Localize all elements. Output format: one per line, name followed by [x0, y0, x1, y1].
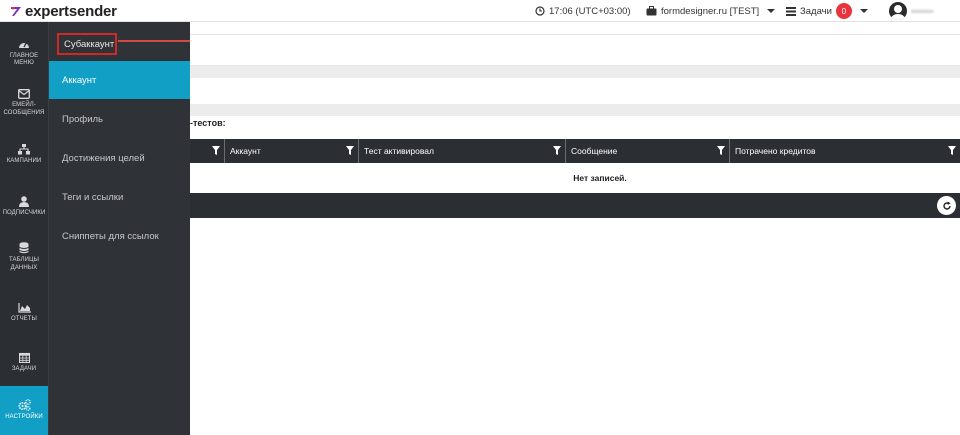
- main-sidebar: ГЛАВНОЕ МЕНЮ ЕМЕЙЛ-СООБЩЕНИЯ КАМПАНИИ ПО…: [0, 22, 48, 435]
- sitemap-icon: [18, 144, 30, 155]
- sidebar-item-reports[interactable]: ОТЧЕТЫ: [0, 290, 48, 336]
- dashboard-icon: [19, 41, 29, 48]
- submenu-item-profile[interactable]: Профиль: [49, 100, 191, 138]
- logo-text: expertsender: [25, 2, 117, 20]
- sidebar-item-label: ОТЧЕТЫ: [11, 315, 37, 322]
- submenu-item-tags-links[interactable]: Теги и ссылки: [49, 178, 191, 216]
- caret-down-icon: [767, 9, 776, 13]
- avatar: [889, 2, 907, 20]
- column-header-message[interactable]: Сообщение: [565, 139, 729, 163]
- sidebar-item-subscribers[interactable]: ПОДПИСЧИКИ: [0, 184, 48, 230]
- tasks-count-badge: 0: [835, 3, 852, 19]
- tasks-label: Задачи: [800, 5, 832, 17]
- column-label: Потрачено кредитов: [735, 146, 816, 156]
- filter-icon[interactable]: [346, 146, 354, 155]
- column-label: Аккаунт: [230, 146, 261, 156]
- database-icon: [19, 242, 29, 254]
- refresh-icon: [942, 201, 951, 210]
- sidebar-item-label: ТАБЛИЦЫ ДАННЫХ: [8, 257, 40, 271]
- column-header-credits-spent[interactable]: Потрачено кредитов: [729, 139, 960, 163]
- table-footer: [190, 193, 960, 218]
- caret-down-icon: [859, 9, 868, 13]
- sidebar-item-main-menu[interactable]: ГЛАВНОЕ МЕНЮ: [0, 30, 48, 76]
- sidebar-item-settings[interactable]: НАСТРОЙКИ: [0, 386, 48, 435]
- account-name: formdesigner.ru [TEST]: [661, 5, 760, 17]
- filter-icon[interactable]: [717, 146, 725, 155]
- envelope-icon: [18, 89, 30, 99]
- cogs-icon: [17, 399, 31, 412]
- empty-table-message: Нет записей.: [573, 173, 627, 183]
- table-header: Аккаунт Тест активировал Сообщение Потра…: [190, 139, 960, 163]
- filter-icon[interactable]: [948, 146, 956, 155]
- content-panel: [190, 34, 960, 66]
- filter-icon[interactable]: [212, 146, 220, 155]
- tasks-menu[interactable]: Задачи 0: [786, 0, 868, 22]
- settings-submenu: Субаккаунт Аккаунт Профиль Достижения це…: [48, 22, 191, 435]
- sidebar-item-tasks[interactable]: ЗАДАЧИ: [0, 340, 48, 386]
- filter-icon[interactable]: [553, 146, 561, 155]
- sidebar-item-label: КАМПАНИИ: [6, 158, 42, 165]
- sidebar-item-label: НАСТРОЙКИ: [5, 414, 43, 421]
- sidebar-item-label: ЕМЕЙЛ-СООБЩЕНИЯ: [3, 102, 45, 116]
- separator: [190, 66, 960, 78]
- column-label: Сообщение: [571, 146, 618, 156]
- username: ••••••••: [911, 6, 934, 16]
- time-text: 17:06 (UTC+03:00): [549, 5, 631, 17]
- tasks-icon: [786, 6, 796, 16]
- sidebar-item-label: ГЛАВНОЕ МЕНЮ: [9, 52, 39, 67]
- main-content: -тестов: Аккаунт Тест активировал Сообще…: [190, 22, 960, 435]
- area-chart-icon: [17, 302, 31, 313]
- column-header-activated-by[interactable]: Тест активировал: [358, 139, 565, 163]
- separator: [190, 104, 960, 116]
- submenu-item-goals[interactable]: Достижения целей: [49, 139, 191, 177]
- section-title: -тестов:: [190, 118, 226, 128]
- user-icon: [19, 196, 29, 208]
- column-header-hidden[interactable]: [190, 139, 224, 163]
- submenu-item-link-snippets[interactable]: Сниппеты для ссылок: [49, 217, 191, 255]
- time-display: 17:06 (UTC+03:00): [535, 0, 631, 22]
- sidebar-item-data-tables[interactable]: ТАБЛИЦЫ ДАННЫХ: [0, 232, 48, 282]
- sidebar-item-emails[interactable]: ЕМЕЙЛ-СООБЩЕНИЯ: [0, 80, 48, 126]
- sidebar-item-label: ПОДПИСЧИКИ: [2, 210, 46, 217]
- calendar-icon: [18, 353, 30, 364]
- briefcase-icon: [646, 6, 657, 16]
- logo[interactable]: expertsender: [10, 0, 117, 22]
- logo-mark-icon: [11, 7, 21, 16]
- column-header-account[interactable]: Аккаунт: [224, 139, 358, 163]
- submenu-item-subaccount[interactable]: Субаккаунт: [57, 33, 117, 55]
- sidebar-item-campaigns[interactable]: КАМПАНИИ: [0, 132, 48, 178]
- top-bar: expertsender 17:06 (UTC+03:00) formdesig…: [0, 0, 960, 22]
- column-label: Тест активировал: [364, 146, 434, 156]
- clock-icon: [535, 6, 545, 16]
- account-selector[interactable]: formdesigner.ru [TEST]: [646, 0, 776, 22]
- refresh-button[interactable]: [937, 196, 956, 215]
- user-menu[interactable]: ••••••••: [889, 0, 933, 22]
- sidebar-item-label: ЗАДАЧИ: [11, 366, 37, 373]
- submenu-item-account[interactable]: Аккаунт: [49, 61, 191, 99]
